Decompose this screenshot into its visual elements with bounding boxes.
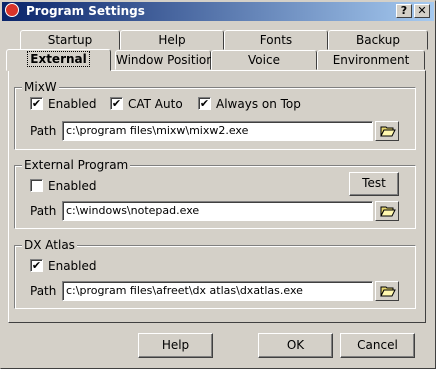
dx-atlas-enabled-label[interactable]: Enabled bbox=[48, 259, 97, 273]
folder-open-icon bbox=[380, 286, 396, 297]
external-program-group-title: External Program bbox=[22, 158, 131, 172]
always-on-top-label[interactable]: Always on Top bbox=[216, 97, 301, 111]
title-bar[interactable]: Program Settings bbox=[2, 2, 434, 21]
test-button[interactable]: Test bbox=[349, 172, 399, 196]
mixw-enabled-checkbox[interactable]: ✔ bbox=[30, 97, 43, 110]
external-browse-button[interactable] bbox=[375, 201, 399, 221]
tab-startup[interactable]: Startup bbox=[20, 30, 120, 50]
cat-auto-label[interactable]: CAT Auto bbox=[128, 97, 183, 111]
cat-auto-checkbox[interactable]: ✔ bbox=[110, 97, 123, 110]
app-icon[interactable] bbox=[5, 3, 19, 17]
help-button[interactable]: Help bbox=[138, 333, 213, 358]
dx-atlas-path-label: Path bbox=[30, 284, 57, 298]
dx-atlas-group-title: DX Atlas bbox=[22, 238, 77, 252]
cancel-button[interactable]: Cancel bbox=[340, 333, 415, 358]
mixw-path-input[interactable]: c:\program files\mixw\mixw2.exe bbox=[62, 121, 373, 141]
mixw-browse-button[interactable] bbox=[375, 121, 399, 141]
external-path-label: Path bbox=[30, 204, 57, 218]
close-title-button[interactable]: ✕ bbox=[414, 4, 430, 18]
mixw-path-label: Path bbox=[30, 124, 57, 138]
external-enabled-label[interactable]: Enabled bbox=[48, 179, 97, 193]
external-enabled-checkbox[interactable] bbox=[30, 179, 43, 192]
tab-voice[interactable]: Voice bbox=[211, 50, 317, 70]
folder-open-icon bbox=[380, 206, 396, 217]
dx-atlas-path-input[interactable]: c:\program files\afreet\dx atlas\dxatlas… bbox=[62, 281, 373, 301]
tab-window-position[interactable]: Window Position bbox=[115, 50, 214, 70]
tab-fonts[interactable]: Fonts bbox=[224, 30, 328, 50]
folder-open-icon bbox=[380, 126, 396, 137]
help-title-button[interactable]: ? bbox=[396, 4, 412, 18]
always-on-top-checkbox[interactable]: ✔ bbox=[198, 97, 211, 110]
ok-button[interactable]: OK bbox=[258, 333, 333, 358]
mixw-enabled-label[interactable]: Enabled bbox=[48, 97, 97, 111]
dx-atlas-browse-button[interactable] bbox=[375, 281, 399, 301]
tab-environment[interactable]: Environment bbox=[317, 50, 425, 70]
dx-atlas-enabled-checkbox[interactable]: ✔ bbox=[30, 259, 43, 272]
external-path-input[interactable]: c:\windows\notepad.exe bbox=[62, 201, 373, 221]
mixw-group-title: MixW bbox=[22, 80, 59, 94]
tab-backup[interactable]: Backup bbox=[328, 30, 428, 50]
window-title: Program Settings bbox=[26, 4, 145, 18]
tab-external-label: External bbox=[27, 51, 90, 67]
tab-help[interactable]: Help bbox=[120, 30, 224, 50]
tab-external[interactable]: External bbox=[6, 49, 111, 71]
